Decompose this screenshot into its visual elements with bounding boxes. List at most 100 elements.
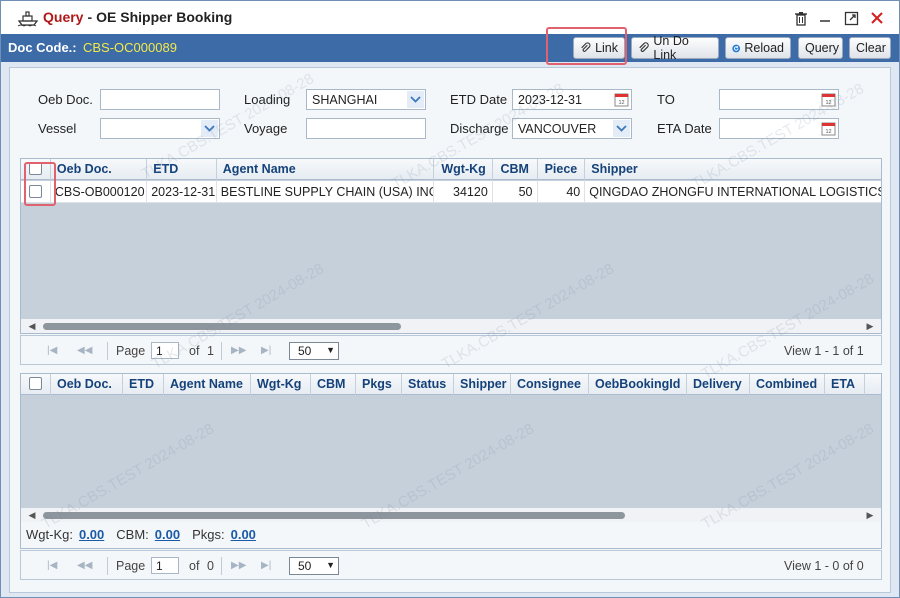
totals: Wgt-Kg: 0.00 CBM: 0.00 Pkgs: 0.00 [26, 527, 268, 542]
clear-button[interactable]: Clear [849, 37, 891, 59]
col-wgt-kg[interactable]: Wgt-Kg [434, 159, 493, 180]
calendar-icon[interactable]: 12 [614, 92, 629, 107]
calendar-icon[interactable]: 12 [821, 121, 836, 136]
pager-separator [221, 557, 222, 575]
scrollbar-thumb[interactable] [43, 323, 401, 330]
col-oeb-booking-id[interactable]: OebBookingId [589, 374, 687, 395]
title-name: OE Shipper Booking [96, 9, 233, 25]
pkgs-total-value[interactable]: 0.00 [231, 527, 256, 542]
linked-grid: Oeb Doc. ETD Agent Name Wgt-Kg CBM Pkgs … [20, 373, 882, 549]
col-pkgs[interactable]: Pkgs [356, 374, 402, 395]
col-eta[interactable]: ETA [825, 374, 865, 395]
scroll-right-icon[interactable]: ▶ [865, 320, 875, 332]
horizontal-scrollbar[interactable]: ◀ ▶ [21, 319, 881, 333]
last-page-icon[interactable]: ▶| [261, 345, 271, 356]
col-piece[interactable]: Piece [538, 159, 586, 180]
col-consignee[interactable]: Consignee [511, 374, 589, 395]
page-size-select[interactable]: 50 ▼ [289, 557, 339, 575]
svg-text:12: 12 [825, 129, 831, 135]
paperclip-icon [581, 42, 591, 52]
page-size-value: 50 [298, 559, 312, 573]
minimize-icon[interactable] [815, 8, 835, 28]
of-label: of [189, 344, 200, 358]
maximize-icon[interactable] [841, 8, 861, 28]
chevron-down-icon[interactable] [201, 120, 218, 137]
chevron-down-icon: ▼ [326, 345, 335, 355]
scrollbar-thumb[interactable] [43, 512, 625, 519]
page-label: Page [116, 344, 146, 358]
col-etd[interactable]: ETD [123, 374, 164, 395]
wgt-total-value[interactable]: 0.00 [79, 527, 104, 542]
loading-select[interactable]: SHANGHAI [306, 89, 426, 110]
view-records-text: View 1 - 0 of 0 [784, 559, 864, 573]
next-page-icon[interactable]: ▶▶ [231, 345, 246, 356]
close-icon[interactable] [867, 8, 887, 28]
voyage-input[interactable] [306, 118, 426, 139]
vessel-label: Vessel [38, 121, 77, 136]
next-page-icon[interactable]: ▶▶ [231, 560, 246, 571]
chevron-down-icon[interactable] [407, 91, 424, 108]
title-separator: - [87, 9, 93, 25]
scroll-right-icon[interactable]: ▶ [865, 509, 875, 521]
linked-grid-pager: |◀ ◀◀ Page 1 of 0 ▶▶ ▶| 50 ▼ View 1 - 0 … [20, 550, 882, 580]
first-page-icon[interactable]: |◀ [47, 560, 57, 571]
query-button[interactable]: Query [798, 37, 843, 59]
etd-date-input[interactable]: 2023-12-31 12 [512, 89, 632, 110]
to-date-input[interactable]: 12 [719, 89, 839, 110]
scroll-left-icon[interactable]: ◀ [27, 320, 37, 332]
link-button-label: Link [595, 41, 618, 55]
eta-date-input[interactable]: 12 [719, 118, 839, 139]
pager-separator [107, 342, 108, 360]
title-query: Query [43, 9, 84, 25]
page-size-value: 50 [298, 344, 312, 358]
page-number-input[interactable]: 1 [151, 557, 179, 574]
col-agent-name[interactable]: Agent Name [164, 374, 251, 395]
select-all-checkbox[interactable] [29, 162, 42, 175]
discharge-select[interactable]: VANCOUVER [512, 118, 632, 139]
col-cbm[interactable]: CBM [493, 159, 538, 180]
cell-agent-name: BESTLINE SUPPLY CHAIN (USA) INC [217, 181, 435, 203]
col-wgt-kg[interactable]: Wgt-Kg [251, 374, 311, 395]
cbm-total-value[interactable]: 0.00 [155, 527, 180, 542]
window-title: Query - OE Shipper Booking [43, 9, 232, 25]
link-button[interactable]: Link [573, 37, 625, 59]
eta-date-label: ETA Date [657, 121, 712, 136]
col-agent-name[interactable]: Agent Name [217, 159, 435, 180]
col-oeb-doc[interactable]: Oeb Doc. [51, 159, 148, 180]
cbm-total-label: CBM: [116, 527, 149, 542]
scroll-left-icon[interactable]: ◀ [27, 509, 37, 521]
undo-link-button-label: Un Do Link [653, 34, 689, 62]
oeb-doc-input[interactable] [100, 89, 220, 110]
first-page-icon[interactable]: |◀ [47, 345, 57, 356]
trash-icon[interactable] [791, 8, 811, 28]
pkgs-total-label: Pkgs: [192, 527, 225, 542]
prev-page-icon[interactable]: ◀◀ [77, 560, 92, 571]
col-delivery[interactable]: Delivery [687, 374, 750, 395]
col-combined[interactable]: Combined [750, 374, 825, 395]
etd-date-value: 2023-12-31 [518, 93, 582, 107]
col-status[interactable]: Status [402, 374, 454, 395]
col-oeb-doc[interactable]: Oeb Doc. [51, 374, 123, 395]
row-checkbox[interactable] [29, 185, 42, 198]
prev-page-icon[interactable]: ◀◀ [77, 345, 92, 356]
col-shipper[interactable]: Shipper [585, 159, 881, 180]
table-row[interactable]: CBS-OB000120 2023-12-31 BESTLINE SUPPLY … [21, 181, 881, 203]
discharge-label: Discharge [450, 121, 509, 136]
col-cbm[interactable]: CBM [311, 374, 356, 395]
pager-separator [107, 557, 108, 575]
col-shipper[interactable]: Shipper [454, 374, 511, 395]
page-size-select[interactable]: 50 ▼ [289, 342, 339, 360]
row-checkbox-cell [21, 181, 51, 203]
select-all-checkbox[interactable] [29, 377, 42, 390]
undo-link-button[interactable]: Un Do Link [631, 34, 719, 62]
horizontal-scrollbar[interactable]: ◀ ▶ [21, 508, 881, 522]
vessel-select[interactable] [100, 118, 220, 139]
last-page-icon[interactable]: ▶| [261, 560, 271, 571]
page-number-input[interactable]: 1 [151, 342, 179, 359]
calendar-icon[interactable]: 12 [821, 92, 836, 107]
reload-button[interactable]: Reload [725, 37, 791, 59]
col-etd[interactable]: ETD [147, 159, 217, 180]
to-label: TO [657, 92, 675, 107]
total-pages: 1 [207, 344, 214, 358]
chevron-down-icon[interactable] [613, 120, 630, 137]
